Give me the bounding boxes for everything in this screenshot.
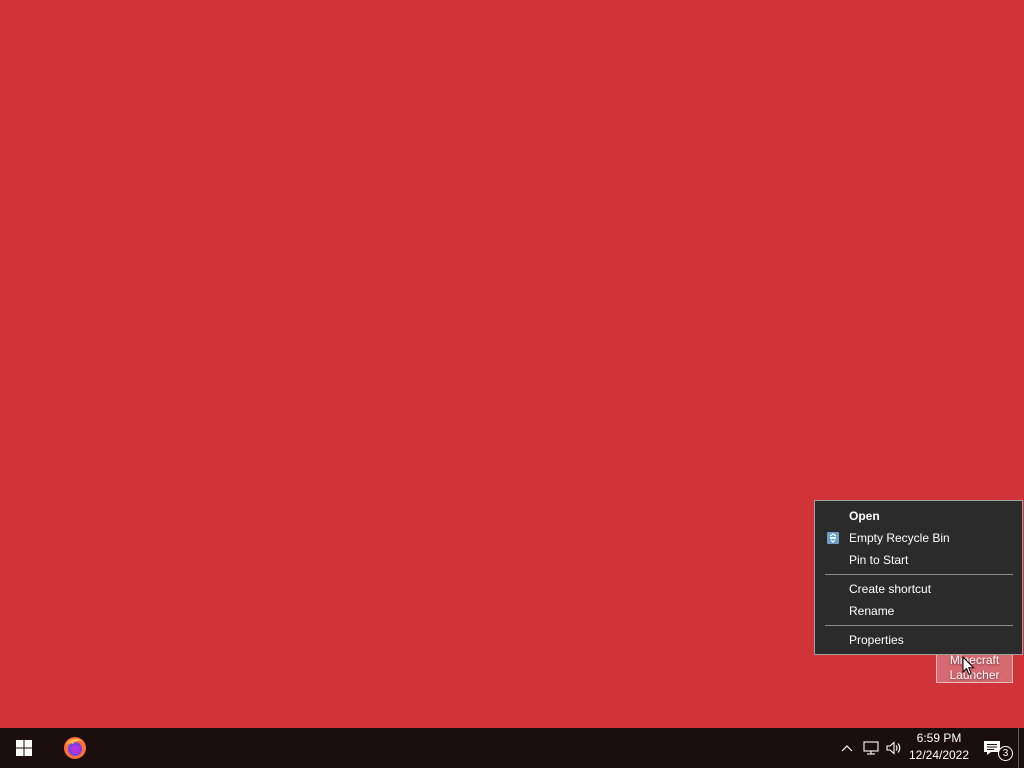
start-button[interactable]	[0, 728, 48, 768]
menu-item-create-shortcut-label: Create shortcut	[849, 582, 932, 596]
clock-time: 6:59 PM	[916, 731, 962, 745]
context-menu: Open Empty Recycle Bin Pin to Start Crea…	[814, 500, 1023, 655]
chevron-up-icon	[841, 745, 853, 752]
menu-item-create-shortcut[interactable]: Create shortcut	[815, 578, 1022, 600]
mouse-cursor-icon	[962, 656, 975, 676]
clock-date: 12/24/2022	[908, 748, 970, 762]
windows-logo-icon	[16, 740, 32, 756]
menu-item-pin-to-start-label: Pin to Start	[849, 553, 909, 567]
notification-count-badge: 3	[998, 746, 1013, 761]
menu-separator	[825, 625, 1013, 626]
volume-icon	[886, 741, 901, 755]
menu-item-rename-label: Rename	[849, 604, 895, 618]
recycle-bin-icon	[827, 532, 839, 544]
taskbar-firefox-button[interactable]	[52, 728, 98, 768]
taskbar: 6:59 PM 12/24/2022 3	[0, 728, 1024, 768]
show-desktop-button[interactable]	[1018, 728, 1024, 768]
menu-item-empty-recycle-bin[interactable]: Empty Recycle Bin	[815, 527, 1022, 549]
menu-separator	[825, 574, 1013, 575]
menu-item-open-label: Open	[849, 509, 880, 523]
menu-item-rename[interactable]: Rename	[815, 600, 1022, 622]
menu-item-properties[interactable]: Properties	[815, 629, 1022, 651]
show-hidden-icons-button[interactable]	[838, 728, 856, 768]
menu-item-properties-label: Properties	[849, 633, 904, 647]
menu-item-open[interactable]: Open	[815, 505, 1022, 527]
taskbar-clock[interactable]: 6:59 PM 12/24/2022	[906, 730, 972, 766]
network-icon	[863, 741, 879, 755]
firefox-icon	[64, 737, 86, 759]
volume-button[interactable]	[884, 728, 904, 768]
desktop-background[interactable]: Minecraft Launcher Open Empty Recycle Bi…	[0, 0, 1024, 728]
menu-item-empty-recycle-bin-label: Empty Recycle Bin	[849, 531, 950, 545]
action-center-button[interactable]: 3	[978, 728, 1014, 768]
network-button[interactable]	[860, 728, 882, 768]
menu-item-pin-to-start[interactable]: Pin to Start	[815, 549, 1022, 571]
